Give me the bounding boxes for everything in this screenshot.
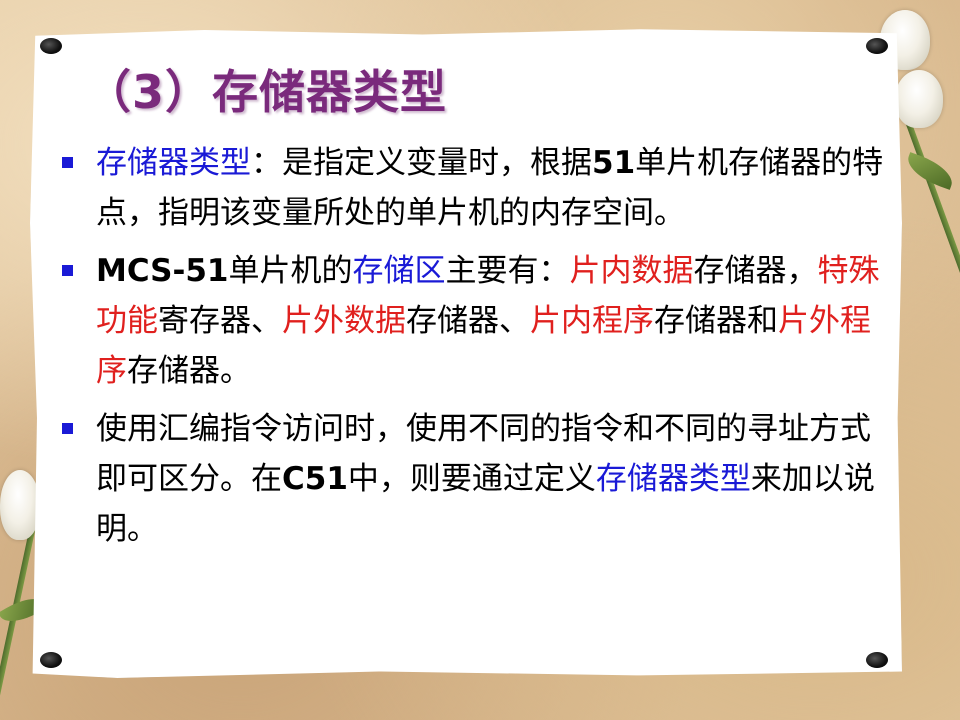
- flower-icon: [895, 70, 943, 128]
- text-segment: 寄存器、: [158, 303, 282, 339]
- text-segment: 51: [592, 145, 636, 181]
- bullet-item: MCS-51单片机的存储区主要有：片内数据存储器，特殊功能寄存器、片外数据存储器…: [62, 246, 892, 396]
- bullet-square-icon: [62, 423, 73, 434]
- text-segment: ：是指定义变量时，根据: [251, 145, 592, 181]
- text-segment: C51: [282, 461, 348, 497]
- slide: （3）存储器类型 存储器类型：是指定义变量时，根据51单片机存储器的特点，指明该…: [0, 0, 960, 720]
- pin-icon: [40, 38, 62, 54]
- text-segment: 片内程序: [530, 303, 654, 339]
- bullet-text: 存储器类型：是指定义变量时，根据51单片机存储器的特点，指明该变量所处的单片机的…: [96, 145, 883, 231]
- bullet-text: 使用汇编指令访问时，使用不同的指令和不同的寻址方式即可区分。在C51中，则要通过…: [96, 411, 875, 547]
- pin-icon: [866, 38, 888, 54]
- text-segment: 中，则要通过定义: [347, 461, 596, 497]
- text-segment: 单片机的: [228, 253, 353, 289]
- bullet-list: 存储器类型：是指定义变量时，根据51单片机存储器的特点，指明该变量所处的单片机的…: [62, 138, 892, 562]
- text-segment: 存储器类型: [96, 145, 251, 181]
- text-segment: 主要有：: [445, 253, 570, 289]
- bullet-text: MCS-51单片机的存储区主要有：片内数据存储器，特殊功能寄存器、片外数据存储器…: [96, 253, 880, 389]
- bullet-item: 使用汇编指令访问时，使用不同的指令和不同的寻址方式即可区分。在C51中，则要通过…: [62, 404, 892, 554]
- text-segment: 片外数据: [282, 303, 406, 339]
- text-segment: 存储器类型: [595, 461, 751, 497]
- text-segment: 存储器和: [654, 303, 778, 339]
- text-segment: 存储器、: [406, 303, 530, 339]
- bullet-item: 存储器类型：是指定义变量时，根据51单片机存储器的特点，指明该变量所处的单片机的…: [62, 138, 892, 238]
- flower-icon: [0, 470, 40, 540]
- bullet-square-icon: [62, 265, 73, 276]
- pin-icon: [40, 652, 62, 668]
- text-segment: 片内数据: [569, 253, 694, 289]
- slide-title: （3）存储器类型: [85, 65, 448, 119]
- text-segment: 存储区: [352, 253, 446, 289]
- text-segment: 存储器，: [693, 253, 818, 289]
- bullet-square-icon: [62, 157, 73, 168]
- pin-icon: [866, 652, 888, 668]
- text-segment: 存储器。: [127, 353, 251, 389]
- text-segment: MCS-51: [96, 253, 229, 289]
